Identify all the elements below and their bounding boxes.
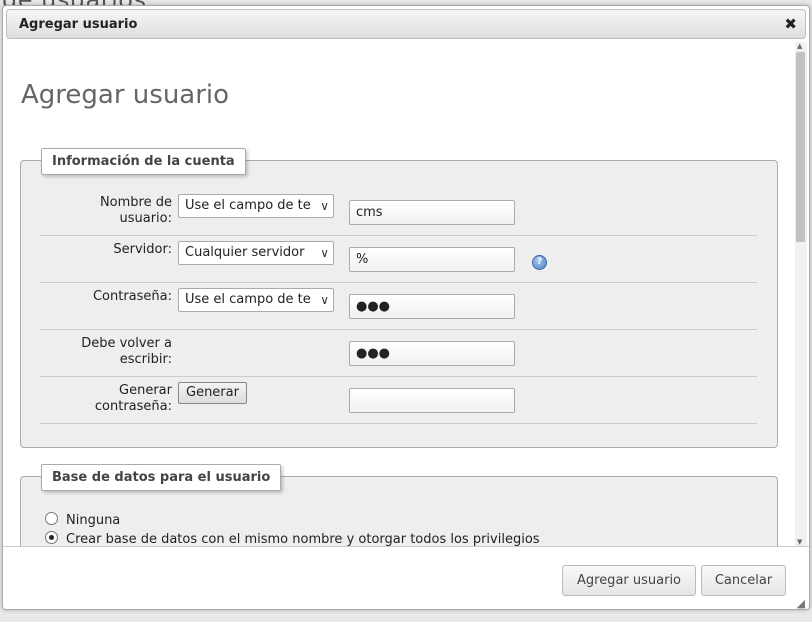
password-row: Contraseña: Use el campo de te ∨ ●●● xyxy=(40,283,757,330)
account-info-legend: Información de la cuenta xyxy=(41,148,246,175)
server-row: Servidor: Cualquier servidor ∨ % ? xyxy=(40,236,757,283)
username-row: Nombre de usuario: Use el campo de te ∨ … xyxy=(40,189,757,236)
scrollbar-thumb[interactable] xyxy=(796,52,805,242)
add-user-dialog: Agregar usuario ✖ Agregar usuario Inform… xyxy=(2,5,810,610)
generated-password-input[interactable] xyxy=(349,388,515,413)
radio-button[interactable] xyxy=(45,512,58,525)
scroll-down-icon[interactable]: ▼ xyxy=(797,538,802,546)
dialog-footer: Agregar usuario Cancelar ◢ xyxy=(3,546,809,609)
account-info-fieldset: Información de la cuenta Nombre de usuar… xyxy=(20,148,778,448)
retype-label: Debe volver a escribir: xyxy=(81,336,172,367)
dialog-title: Agregar usuario xyxy=(19,17,138,32)
generate-password-button[interactable]: Generar xyxy=(178,382,247,404)
scroll-up-icon[interactable]: ▲ xyxy=(797,42,802,50)
generate-label: Generar contraseña: xyxy=(94,383,172,414)
vertical-scrollbar[interactable]: ▲ ▼ xyxy=(795,42,807,546)
password-label: Contraseña: xyxy=(92,289,172,304)
chevron-down-icon: ∨ xyxy=(318,195,329,217)
generate-row: Generar contraseña: Generar xyxy=(40,377,757,424)
chevron-down-icon: ∨ xyxy=(318,242,329,264)
chevron-down-icon: ∨ xyxy=(318,289,329,311)
radio-option-none[interactable]: Ninguna xyxy=(45,512,120,528)
username-input[interactable]: cms xyxy=(349,200,515,225)
radio-button-checked[interactable] xyxy=(45,531,58,544)
username-label: Nombre de usuario: xyxy=(99,195,172,226)
retype-password-input[interactable]: ●●● xyxy=(349,341,515,366)
password-input[interactable]: ●●● xyxy=(349,294,515,319)
password-type-select[interactable]: Use el campo de te ∨ xyxy=(178,288,334,312)
username-type-select[interactable]: Use el campo de te ∨ xyxy=(178,194,334,218)
database-legend: Base de datos para el usuario xyxy=(41,464,282,491)
server-type-select[interactable]: Cualquier servidor ∨ xyxy=(178,241,334,265)
resize-grip-icon[interactable]: ◢ xyxy=(797,597,805,609)
retype-row: Debe volver a escribir: ●●● xyxy=(40,330,757,377)
radio-option-create-db[interactable]: Crear base de datos con el mismo nombre … xyxy=(45,531,540,546)
help-icon[interactable]: ? xyxy=(532,255,547,270)
dialog-titlebar[interactable]: Agregar usuario ✖ xyxy=(6,9,806,39)
close-icon[interactable]: ✖ xyxy=(784,15,797,33)
cancel-button[interactable]: Cancelar xyxy=(701,565,786,596)
dialog-content: Agregar usuario Información de la cuenta… xyxy=(3,42,795,546)
add-user-button[interactable]: Agregar usuario xyxy=(562,565,696,596)
server-label: Servidor: xyxy=(113,242,172,257)
page-title: Agregar usuario xyxy=(21,80,230,110)
server-input[interactable]: % xyxy=(349,247,515,272)
